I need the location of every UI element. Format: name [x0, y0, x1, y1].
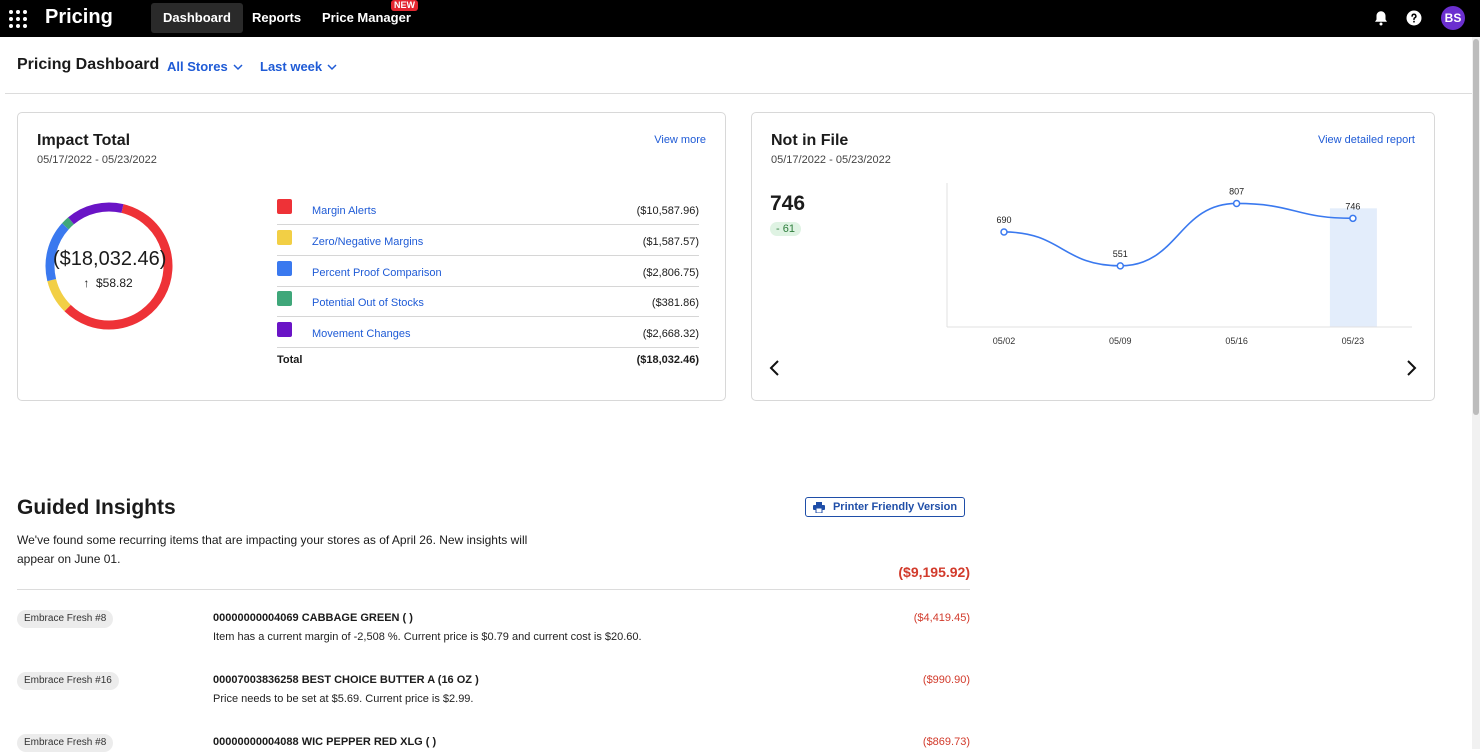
legend-value: ($2,806.75): [642, 267, 699, 279]
tab-reports[interactable]: Reports: [240, 3, 313, 33]
legend-total-row: Total ($18,032.46): [277, 354, 699, 366]
help-icon[interactable]: [1405, 9, 1423, 27]
arrow-up-icon: ↑: [83, 276, 90, 290]
data-label: 807: [1229, 186, 1244, 196]
top-navigation-bar: Pricing Dashboard Reports Price Manager …: [0, 0, 1480, 37]
page-scrollbar[interactable]: [1472, 37, 1480, 749]
legend-row-movement-changes: Movement Changes ($2,668.32): [277, 317, 699, 348]
data-label: 551: [1113, 249, 1128, 259]
insight-item-description: Price needs to be set at $5.69. Current …: [213, 693, 474, 705]
guided-insights-title: Guided Insights: [17, 496, 176, 519]
x-tick-label: 05/02: [993, 336, 1016, 346]
printer-friendly-label: Printer Friendly Version: [832, 501, 958, 513]
guided-insights-description: We've found some recurring items that ar…: [17, 533, 528, 566]
x-tick-label: 05/16: [1225, 336, 1248, 346]
legend-value: ($2,668.32): [642, 328, 699, 340]
insight-item-description: Item has a current margin of -2,508 %. C…: [213, 631, 642, 643]
data-point: [1349, 214, 1357, 223]
insight-store-tag: Embrace Fresh #8: [17, 734, 114, 752]
swatch-purple: [277, 322, 292, 337]
data-label: 746: [1345, 201, 1360, 211]
not-in-file-count: 746: [770, 192, 806, 215]
legend-row-percent-proof: Percent Proof Comparison ($2,806.75): [277, 256, 699, 287]
not-in-file-date-range: 05/17/2022 - 05/23/2022: [771, 154, 891, 166]
date-filter-dropdown[interactable]: Last week: [260, 59, 337, 74]
donut-segment-4: [68, 202, 124, 225]
legend-value: ($10,587.96): [636, 205, 699, 217]
total-label: Total: [277, 354, 303, 366]
date-filter-label: Last week: [260, 59, 323, 74]
chevron-left-icon[interactable]: [768, 359, 782, 377]
new-badge: NEW: [391, 0, 418, 11]
insight-store-tag: Embrace Fresh #8: [17, 610, 114, 628]
data-label: 690: [996, 215, 1011, 225]
app-launcher-icon[interactable]: [9, 10, 27, 28]
bell-icon[interactable]: [1372, 9, 1390, 27]
x-tick-label: 05/09: [1109, 336, 1132, 346]
legend-link[interactable]: Zero/Negative Margins: [312, 236, 423, 248]
header-divider: [5, 93, 1472, 94]
swatch-red: [277, 199, 292, 214]
printer-friendly-button[interactable]: Printer Friendly Version: [805, 497, 965, 517]
legend-link[interactable]: Movement Changes: [312, 328, 410, 340]
swatch-yellow: [277, 230, 292, 245]
store-filter-label: All Stores: [167, 59, 228, 74]
insight-item-amount: ($869.73): [922, 736, 970, 748]
insight-item-title: 00007003836258 BEST CHOICE BUTTER A (16 …: [213, 674, 479, 686]
donut-delta-value: $58.82: [95, 276, 133, 290]
not-in-file-line-chart: 690 05/02 551 05/09 807 05/16 746 05/23: [946, 183, 1412, 346]
impact-total-card: Impact Total 05/17/2022 - 05/23/2022 Vie…: [17, 112, 726, 401]
legend-row-out-of-stocks: Potential Out of Stocks ($381.86): [277, 286, 699, 317]
series-line: [1003, 202, 1353, 267]
chevron-down-icon: [233, 63, 243, 70]
swatch-blue: [277, 261, 292, 276]
legend-link[interactable]: Potential Out of Stocks: [312, 297, 424, 309]
insight-item-amount: ($4,419.45): [913, 612, 970, 624]
data-point: [1232, 199, 1241, 208]
insight-store-tag: Embrace Fresh #16: [17, 672, 119, 690]
impact-date-range: 05/17/2022 - 05/23/2022: [37, 154, 157, 166]
not-in-file-delta: - 61: [770, 222, 801, 236]
legend-value: ($1,587.57): [642, 236, 699, 248]
legend-row-margin-alerts: Margin Alerts ($10,587.96): [277, 194, 699, 225]
not-in-file-card: Not in File 05/17/2022 - 05/23/2022 View…: [751, 112, 1435, 401]
legend-link[interactable]: Percent Proof Comparison: [312, 267, 442, 279]
insight-item-amount: ($990.90): [922, 674, 970, 686]
x-tick-label: 05/23: [1342, 336, 1365, 346]
store-filter-dropdown[interactable]: All Stores: [167, 59, 243, 74]
printer-icon: [812, 501, 825, 513]
swatch-green: [277, 291, 292, 306]
scrollbar-thumb[interactable]: [1473, 39, 1479, 415]
user-avatar[interactable]: BS: [1441, 6, 1465, 30]
donut-delta: ↑ $58.82: [53, 276, 163, 290]
legend-value: ($381.86): [651, 297, 699, 309]
data-point: [1000, 228, 1008, 236]
view-detailed-report-link[interactable]: View detailed report: [1318, 134, 1415, 146]
chevron-down-icon: [327, 63, 337, 70]
data-point: [1116, 262, 1125, 270]
highlight-band: [1329, 208, 1377, 327]
page-title: Pricing Dashboard: [17, 56, 160, 73]
donut-segment-3: [62, 217, 74, 230]
guided-insights-total: ($9,195.92): [898, 564, 970, 580]
insight-item-title: 00000000004069 CABBAGE GREEN ( ): [213, 612, 413, 624]
total-value: ($18,032.46): [636, 354, 699, 366]
legend-link[interactable]: Margin Alerts: [312, 205, 376, 217]
not-in-file-title: Not in File: [771, 132, 849, 149]
insight-item-title: 00000000004088 WIC PEPPER RED XLG ( ): [213, 736, 437, 748]
tab-dashboard[interactable]: Dashboard: [151, 3, 243, 33]
view-more-link[interactable]: View more: [654, 134, 706, 146]
app-brand: Pricing: [45, 6, 113, 28]
donut-total-value: ($18,032.46): [53, 248, 167, 270]
insights-divider: [17, 589, 970, 590]
chevron-right-icon[interactable]: [1404, 359, 1418, 377]
impact-title: Impact Total: [37, 132, 131, 149]
legend-row-zero-negative-margins: Zero/Negative Margins ($1,587.57): [277, 225, 699, 256]
